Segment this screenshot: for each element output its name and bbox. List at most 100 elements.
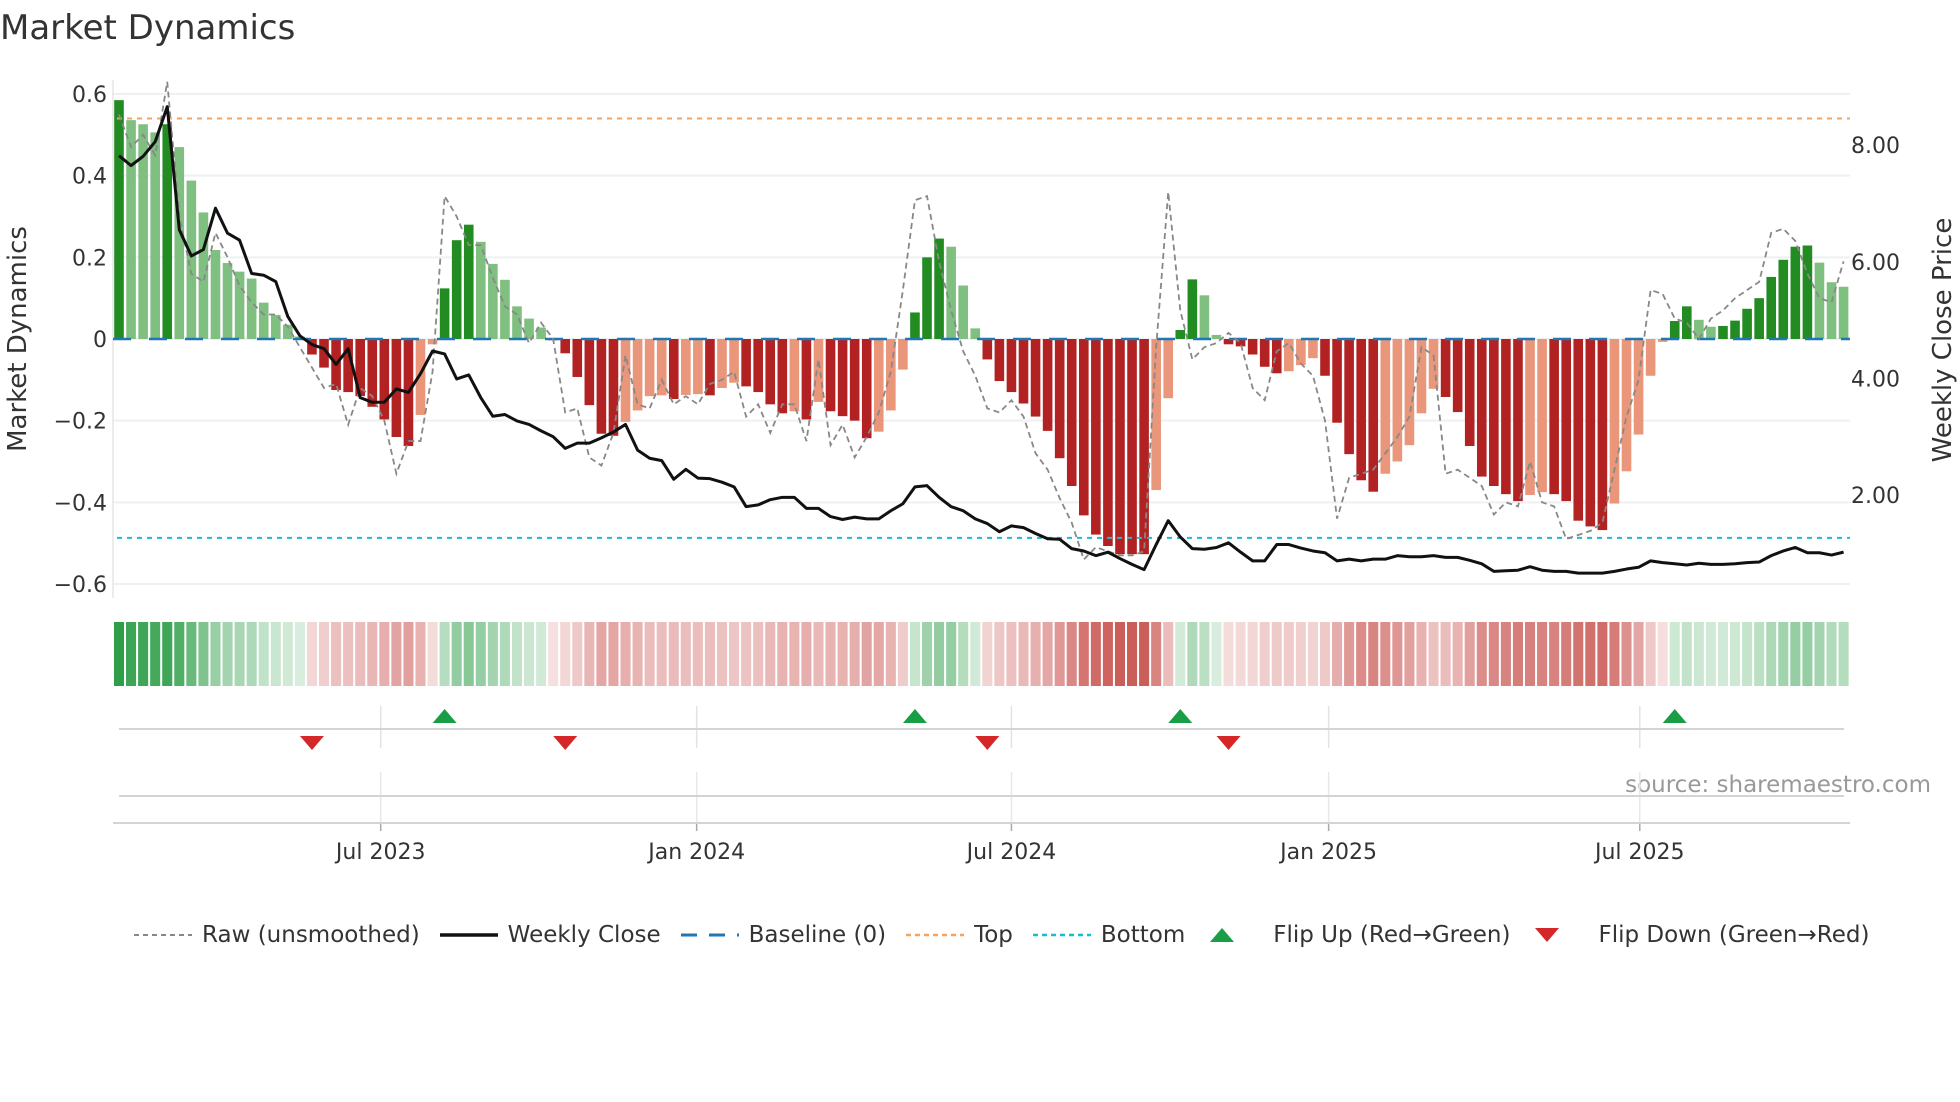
momentum-bar bbox=[1802, 245, 1813, 339]
momentum-bar bbox=[729, 339, 739, 383]
heat-strip-cell bbox=[1247, 622, 1258, 686]
heat-strip-cell bbox=[1319, 622, 1331, 686]
heat-strip-cell bbox=[1283, 622, 1294, 686]
momentum-bar bbox=[210, 249, 221, 339]
momentum-bar bbox=[1742, 308, 1752, 339]
momentum-bar bbox=[1754, 298, 1764, 339]
momentum-bar bbox=[1332, 339, 1342, 423]
heat-strip-cell bbox=[560, 622, 571, 686]
momentum-bar bbox=[1115, 339, 1125, 555]
momentum-bar bbox=[572, 339, 583, 377]
heat-strip-cell bbox=[729, 622, 740, 686]
legend-item-close: Weekly Close bbox=[439, 922, 661, 948]
momentum-bar bbox=[1392, 339, 1403, 462]
momentum-bar bbox=[1320, 339, 1330, 376]
momentum-bar bbox=[560, 339, 571, 354]
momentum-bar bbox=[898, 339, 908, 370]
heat-strip-cell bbox=[1392, 622, 1403, 686]
momentum-bar bbox=[946, 246, 956, 339]
momentum-bar bbox=[1175, 330, 1186, 339]
momentum-bar bbox=[681, 339, 691, 395]
momentum-bar bbox=[162, 124, 173, 340]
momentum-bar bbox=[970, 328, 981, 339]
y-tick-label: 0.6 bbox=[72, 83, 107, 108]
legend-swatch-raw-icon bbox=[134, 934, 192, 936]
heat-strip-cell bbox=[777, 622, 788, 686]
legend-swatch-close-icon bbox=[439, 933, 498, 937]
heat-strip-cell bbox=[343, 622, 354, 686]
heat-strip-cell bbox=[1404, 622, 1415, 686]
heat-strip-cell bbox=[403, 622, 414, 686]
heat-strip-cell bbox=[138, 622, 149, 686]
momentum-bar bbox=[1621, 339, 1632, 472]
momentum-bar bbox=[1501, 339, 1511, 495]
momentum-bar bbox=[1211, 334, 1222, 339]
heat-strip-cell bbox=[1223, 622, 1234, 686]
heat-strip-cell bbox=[1681, 622, 1692, 686]
momentum-bar bbox=[1163, 339, 1174, 399]
momentum-bar bbox=[1489, 339, 1499, 486]
heat-strip-cell bbox=[1838, 622, 1849, 686]
heat-strip-cell bbox=[234, 622, 245, 686]
heat-strip-cell bbox=[1380, 622, 1391, 686]
heat-strip-cell bbox=[1078, 622, 1089, 686]
heat-strip-cell bbox=[294, 622, 305, 686]
heat-strip-cell bbox=[1344, 622, 1355, 686]
heat-strip-cell bbox=[1500, 622, 1511, 686]
heat-strip-cell bbox=[668, 622, 679, 686]
momentum-bar bbox=[1561, 339, 1571, 502]
legend-item-flip-up: Flip Up (Red→Green) bbox=[1205, 922, 1510, 948]
heat-strip-cell bbox=[1802, 622, 1813, 686]
heat-strip-cell bbox=[741, 622, 752, 686]
momentum-bar bbox=[873, 339, 884, 432]
y-tick-label: −0.2 bbox=[54, 410, 107, 435]
heat-strip-cell bbox=[1476, 622, 1487, 686]
heat-strip-cell bbox=[1717, 622, 1729, 686]
heat-strip-cell bbox=[897, 622, 908, 686]
heat-strip-cell bbox=[258, 622, 269, 686]
momentum-bar bbox=[1006, 339, 1017, 393]
heat-strip-cell bbox=[1452, 622, 1463, 686]
momentum-bar bbox=[1476, 339, 1487, 477]
momentum-bar bbox=[1585, 339, 1596, 527]
heat-strip-cell bbox=[1259, 622, 1270, 686]
momentum-bar bbox=[476, 241, 486, 339]
flip-up-marker bbox=[902, 709, 927, 723]
momentum-bar bbox=[1066, 339, 1077, 486]
momentum-bar bbox=[222, 263, 233, 339]
heat-strip-cell bbox=[1766, 622, 1777, 686]
momentum-bar bbox=[668, 339, 679, 400]
heat-strip-cell bbox=[765, 622, 776, 686]
legend-item-flip-down: Flip Down (Green→Red) bbox=[1530, 922, 1869, 948]
heat-strip-cell bbox=[174, 622, 185, 686]
momentum-bar bbox=[1790, 246, 1801, 339]
heat-strip-cell bbox=[801, 622, 812, 686]
momentum-bar bbox=[1247, 339, 1258, 355]
momentum-bar bbox=[1730, 320, 1740, 339]
heat-strip-cell bbox=[1488, 622, 1499, 686]
heat-strip-cell bbox=[994, 622, 1005, 686]
y-tick-label: −0.4 bbox=[54, 491, 107, 516]
legend-item-bottom: Bottom bbox=[1032, 922, 1185, 948]
flip-up-marker bbox=[1168, 709, 1193, 723]
momentum-bar bbox=[1308, 339, 1318, 359]
heat-strip-cell bbox=[704, 622, 715, 686]
momentum-bar bbox=[126, 120, 136, 339]
momentum-bar bbox=[1127, 339, 1137, 555]
heat-strip-cell bbox=[1621, 622, 1632, 686]
momentum-bar bbox=[1079, 339, 1089, 516]
heat-strip-cell bbox=[680, 622, 691, 686]
momentum-bar bbox=[1609, 339, 1620, 504]
momentum-bar bbox=[934, 238, 944, 339]
heat-strip-cell bbox=[946, 622, 957, 686]
heat-strip-cell bbox=[1742, 622, 1753, 686]
heat-strip-cell bbox=[584, 622, 595, 686]
heat-strip-cell bbox=[246, 622, 257, 686]
momentum-bar bbox=[632, 339, 643, 411]
heat-strip-cell bbox=[511, 622, 523, 686]
heat-strip-cell bbox=[1669, 622, 1680, 686]
flip-down-marker bbox=[299, 736, 324, 750]
heat-strip-cell bbox=[1524, 622, 1536, 686]
flip-up-marker bbox=[1662, 709, 1687, 723]
heat-strip-cell bbox=[487, 622, 498, 686]
